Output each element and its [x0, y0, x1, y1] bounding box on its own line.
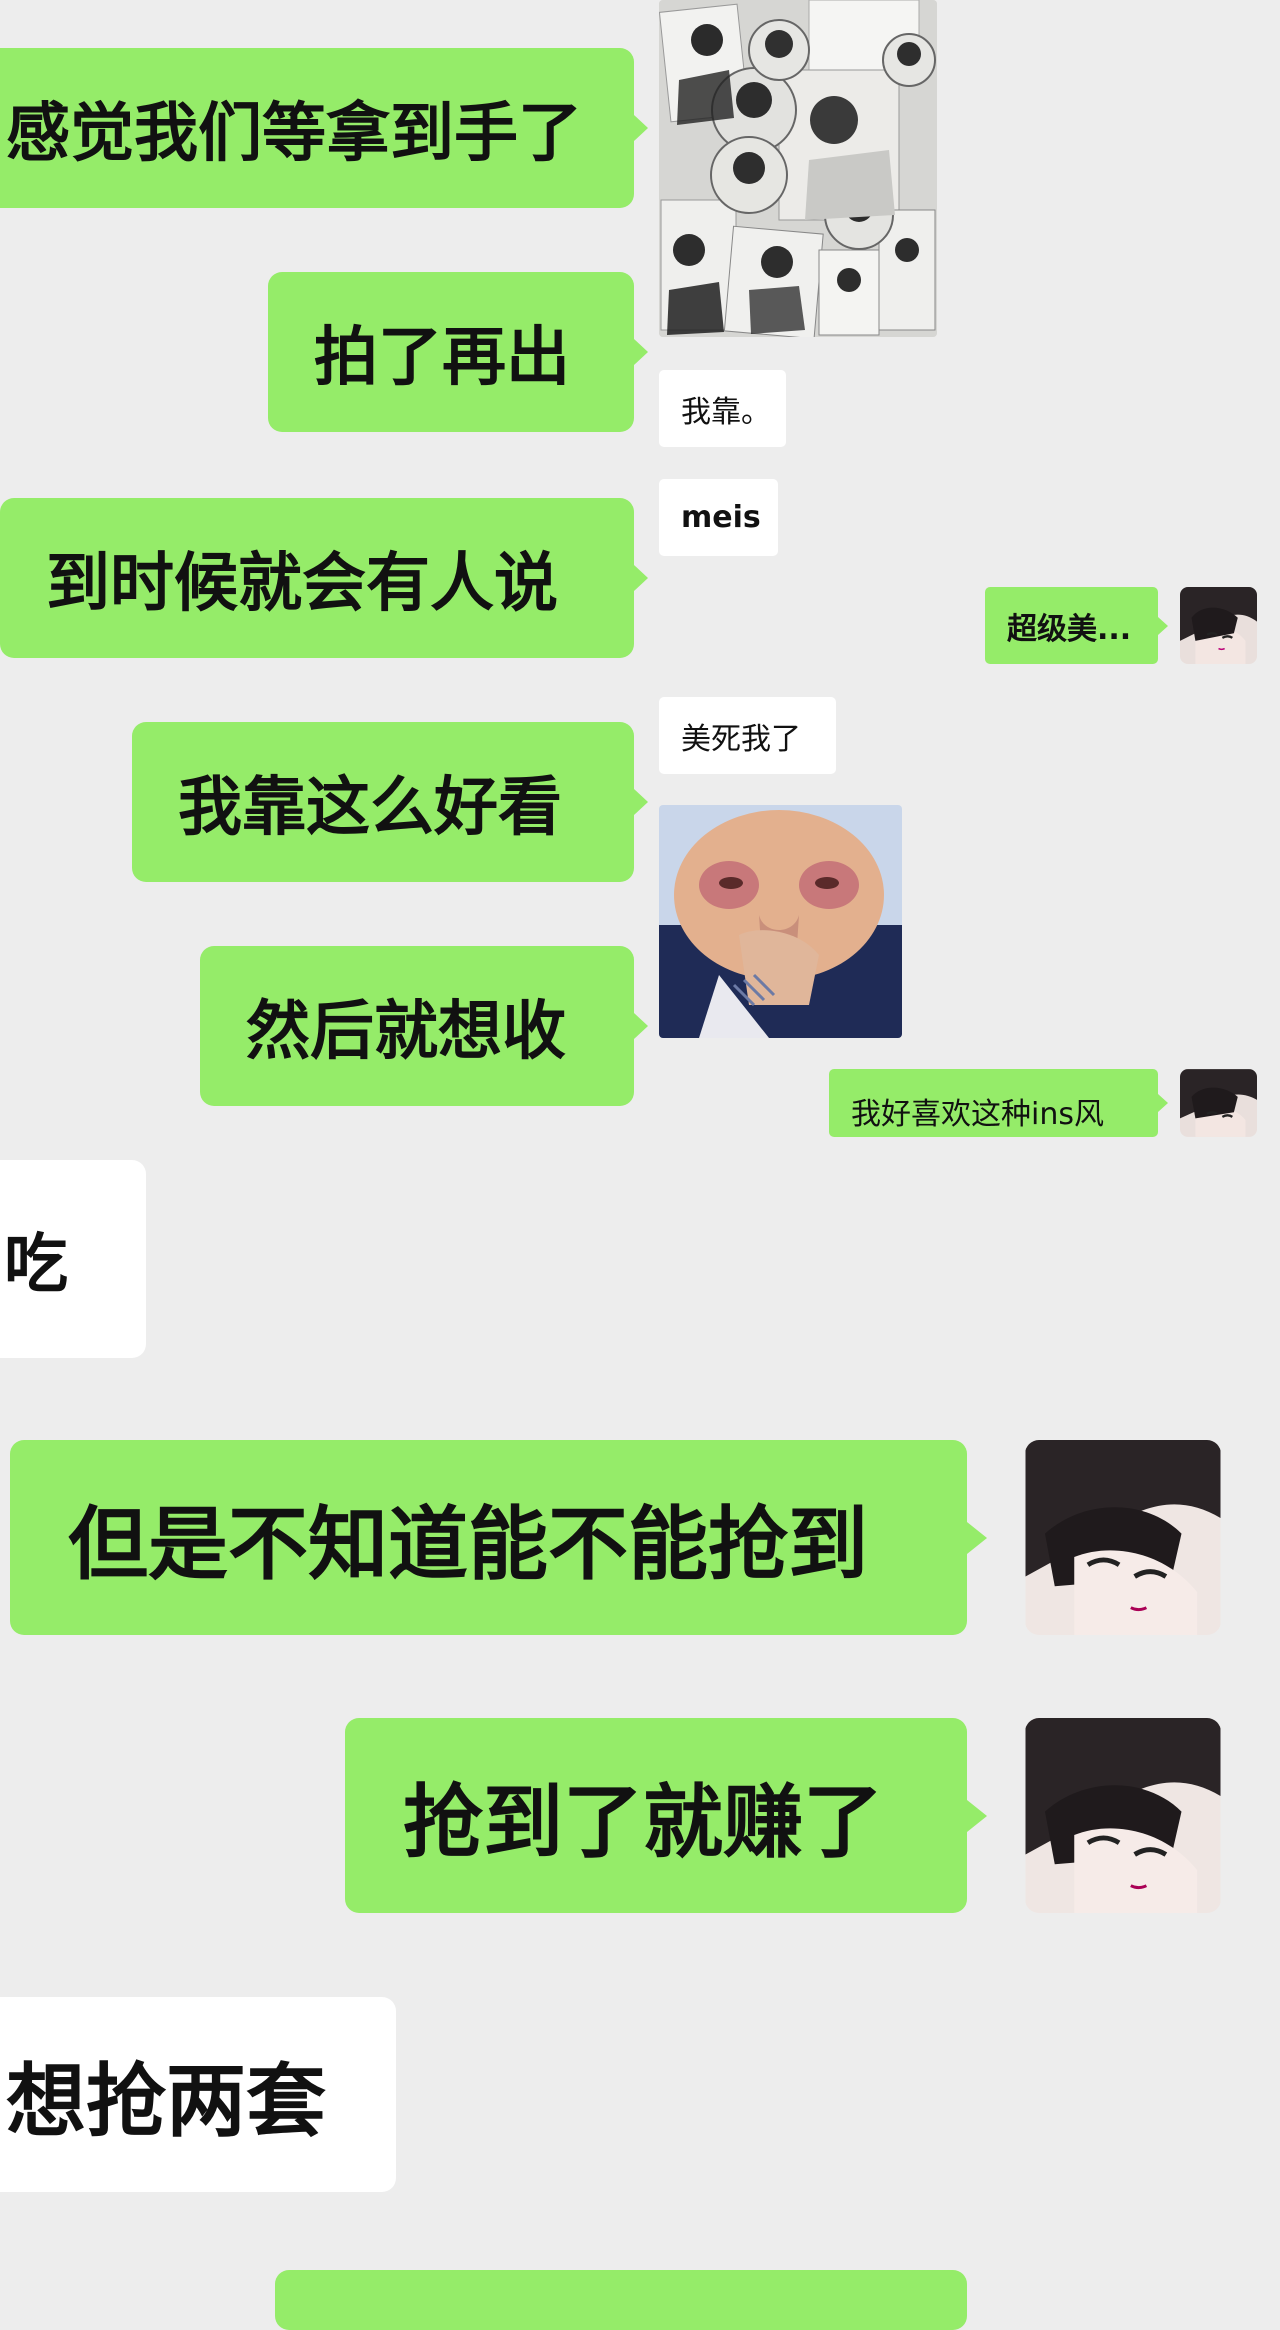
avatar[interactable]: [1180, 1069, 1257, 1137]
message-text: 但是不知道能不能抢到: [68, 1497, 868, 1591]
message-text: 超级美...: [1007, 611, 1132, 647]
avatar[interactable]: [1180, 587, 1257, 664]
message-bubble-sent[interactable]: 我好喜欢这种ins风: [829, 1069, 1168, 1137]
message-text: 然后就想收: [246, 995, 566, 1069]
sticker-graphic: [659, 805, 902, 1038]
avatar-image: [1180, 1069, 1257, 1137]
avatar-image: [1025, 1440, 1221, 1635]
message-bubble-sent[interactable]: 感觉我们等拿到手了: [0, 48, 648, 208]
message-text: 我靠。: [681, 394, 771, 430]
message-text: 拍了再出: [314, 321, 570, 395]
avatar-image: [1180, 587, 1257, 664]
message-text: 美死我了: [681, 721, 801, 757]
message-text: 抢到了就赚了: [403, 1775, 883, 1869]
message-bubble-sent[interactable]: 然后就想收: [200, 946, 648, 1106]
message-bubble-sent[interactable]: 超级美...: [985, 587, 1168, 664]
message-bubble-sent[interactable]: [275, 2270, 967, 2330]
crying-face-sticker[interactable]: [659, 805, 902, 1038]
message-text: 吃: [4, 1228, 68, 1302]
message-bubble-sent[interactable]: 拍了再出: [268, 272, 648, 432]
photocard-collage-image[interactable]: [659, 0, 937, 337]
collage-graphic: [659, 0, 937, 337]
message-bubble-received[interactable]: 美死我了: [659, 697, 836, 774]
message-text: 想抢两套: [6, 2054, 326, 2148]
message-bubble-received[interactable]: 我靠。: [659, 370, 786, 447]
message-bubble-sent[interactable]: 抢到了就赚了: [345, 1718, 987, 1913]
message-text: 我好喜欢这种ins风: [851, 1097, 1104, 1132]
message-text: 感觉我们等拿到手了: [6, 97, 582, 171]
message-text: meis: [681, 500, 761, 535]
message-bubble-sent[interactable]: 到时候就会有人说: [0, 498, 648, 658]
message-bubble-received[interactable]: meis: [659, 479, 778, 556]
message-bubble-sent[interactable]: 我靠这么好看: [132, 722, 648, 882]
avatar[interactable]: [1025, 1718, 1221, 1913]
avatar[interactable]: [1025, 1440, 1221, 1635]
avatar-image: [1025, 1718, 1221, 1913]
message-bubble-received[interactable]: 想抢两套: [0, 1997, 396, 2192]
message-text: 到时候就会有人说: [46, 547, 558, 621]
message-text: 我靠这么好看: [178, 771, 562, 845]
message-bubble-sent[interactable]: 但是不知道能不能抢到: [10, 1440, 987, 1635]
message-bubble-received[interactable]: 吃: [0, 1160, 146, 1358]
